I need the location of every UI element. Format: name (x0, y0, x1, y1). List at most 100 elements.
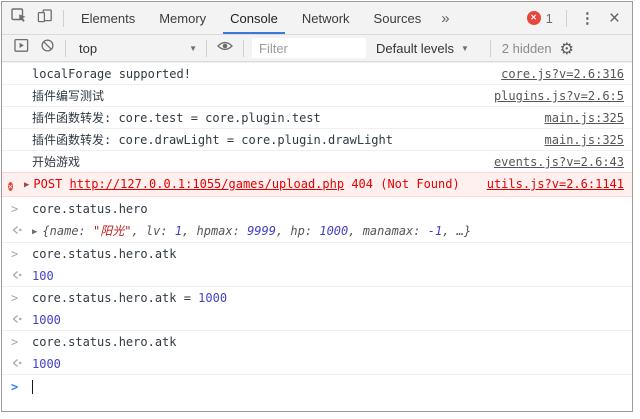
input-chevron-icon: > (11, 335, 18, 349)
console-message-text: 1000 (32, 312, 632, 328)
console-row-gutter (2, 356, 32, 372)
console-settings-gear-icon[interactable]: ⚙ (560, 39, 574, 58)
console-message-text: core.status.hero.atk (32, 246, 632, 262)
text-segment: 1000 (32, 357, 61, 371)
toolbar-separator (490, 40, 491, 57)
console-input-echo: > core.status.hero.atk (2, 242, 632, 264)
text-segment: 插件函数转发: core.drawLight = core.plugin.dra… (32, 133, 393, 147)
tab-memory[interactable]: Memory (147, 2, 218, 34)
tab-sources[interactable]: Sources (362, 2, 434, 34)
return-value-icon (11, 224, 23, 238)
source-location-link[interactable]: events.js?v=2.6:43 (482, 154, 632, 170)
source-location-link[interactable]: plugins.js?v=2.6:5 (482, 88, 632, 104)
console-log-message: 插件编写测试 plugins.js?v=2.6:5 (2, 84, 632, 106)
chevron-down-icon: ▼ (189, 44, 197, 53)
prompt-chevron-icon: > (2, 379, 32, 395)
text-segment: 1000 (198, 291, 227, 305)
hidden-messages-count: 2 hidden (502, 41, 552, 56)
console-input-echo: > core.status.hero.atk (2, 330, 632, 352)
console-input-echo: >core.status.hero.atk = 1000 (2, 286, 632, 308)
inspect-element-button[interactable] (6, 5, 32, 31)
text-segment: 插件函数转发: core.test = core.plugin.test (32, 111, 321, 125)
console-log-message: localForage supported!core.js?v=2.6:316 (2, 62, 632, 84)
console-eval-result: 1000 (2, 308, 632, 330)
error-count: 1 (546, 11, 553, 26)
tabbar-separator (63, 10, 64, 27)
input-chevron-icon: > (11, 291, 18, 305)
request-url-link[interactable]: http://127.0.0.1:1055/games/upload.php (70, 177, 345, 191)
console-message-text: ▶{name: "阳光", lv: 1, hpmax: 9999, hp: 10… (32, 223, 632, 240)
text-segment: 9999 (247, 224, 276, 238)
console-message-text: core.status.hero (32, 201, 632, 217)
toolbar-separator (243, 40, 244, 57)
close-icon[interactable]: × (603, 9, 626, 28)
device-toolbar-icon (37, 8, 53, 29)
chevron-down-icon: ▼ (461, 44, 469, 53)
source-location-link[interactable]: utils.js?v=2.6:1141 (475, 176, 632, 192)
console-eval-result: ▶{name: "阳光", lv: 1, hpmax: 9999, hp: 10… (2, 219, 632, 242)
expand-triangle-icon[interactable]: ▶ (32, 224, 37, 239)
input-chevron-icon: > (11, 247, 18, 261)
console-row-gutter: ✕ (2, 176, 24, 194)
log-levels-dropdown[interactable]: Default levels ▼ (376, 41, 469, 56)
error-badge-icon[interactable]: ✕ (527, 11, 541, 25)
toolbar-separator (65, 40, 66, 57)
console-row-gutter: > (2, 334, 32, 350)
text-segment: , hp: (276, 224, 319, 238)
return-value-icon (11, 313, 23, 327)
execution-context-selector[interactable]: top ▼ (71, 41, 201, 56)
expand-triangle-icon[interactable]: ▶ (24, 177, 29, 192)
text-segment: core.status.hero.atk (32, 335, 177, 349)
clear-console-button[interactable] (34, 35, 60, 61)
console-row-gutter: > (2, 246, 32, 262)
text-segment: 1000 (319, 224, 348, 238)
tab-network[interactable]: Network (290, 2, 362, 34)
tab-console[interactable]: Console (218, 2, 290, 34)
input-chevron-icon: > (11, 202, 18, 216)
console-message-text: 插件编写测试 (32, 88, 482, 104)
console-message-text: 插件函数转发: core.drawLight = core.plugin.dra… (32, 132, 533, 148)
console-messages-area[interactable]: localForage supported!core.js?v=2.6:316插… (2, 62, 632, 411)
console-row-gutter: > (2, 201, 32, 217)
toggle-device-toolbar-button[interactable] (32, 5, 58, 31)
show-console-sidebar-button[interactable] (8, 35, 34, 61)
source-location-link[interactable]: main.js:325 (533, 132, 632, 148)
eye-icon (217, 39, 233, 57)
text-cursor-caret (32, 380, 33, 394)
console-message-text: 1000 (32, 356, 632, 372)
console-prompt[interactable]: > (2, 374, 632, 398)
create-live-expression-button[interactable] (212, 35, 238, 61)
console-row-gutter: > (2, 290, 32, 306)
console-log-message: 插件函数转发: core.test = core.plugin.test main… (2, 106, 632, 128)
filter-input[interactable] (252, 38, 366, 58)
text-segment: 插件编写测试 (32, 89, 104, 103)
text-segment: {name: (42, 224, 93, 238)
source-location-link[interactable]: main.js:325 (533, 110, 632, 126)
console-message-text: 开始游戏 (32, 154, 482, 170)
console-message-text: 100 (32, 268, 632, 284)
console-error-message: ✕▶POST http://127.0.0.1:1055/games/uploa… (2, 172, 632, 197)
inspect-cursor-icon (11, 8, 27, 29)
log-levels-value: Default levels (376, 41, 454, 56)
tabbar-separator (566, 10, 567, 27)
text-segment: 1 (175, 224, 182, 238)
text-segment: , manamax: (348, 224, 427, 238)
console-log-message: 插件函数转发: core.drawLight = core.plugin.dra… (2, 128, 632, 150)
error-badge-icon: ✕ (8, 182, 13, 191)
tab-elements[interactable]: Elements (69, 2, 147, 34)
text-segment: 1000 (32, 313, 61, 327)
clear-console-icon (40, 38, 55, 58)
source-location-link[interactable]: core.js?v=2.6:316 (489, 66, 632, 82)
devtools-menu-icon[interactable]: ⋮ (572, 9, 603, 27)
text-segment: -1 (428, 224, 442, 238)
devtools-tabbar: Elements Memory Console Network Sources … (2, 2, 632, 35)
text-segment: core.status.hero (32, 202, 148, 216)
console-row-gutter (2, 223, 32, 239)
text-segment: 100 (32, 269, 54, 283)
devtools-window: Elements Memory Console Network Sources … (1, 1, 633, 412)
console-message-text: core.status.hero.atk (32, 334, 632, 350)
more-tabs-icon[interactable]: » (433, 10, 457, 27)
console-messages: localForage supported!core.js?v=2.6:316插… (2, 62, 632, 374)
console-eval-result: 1000 (2, 352, 632, 374)
tabbar-right-controls: ✕ 1 ⋮ × (527, 9, 626, 28)
